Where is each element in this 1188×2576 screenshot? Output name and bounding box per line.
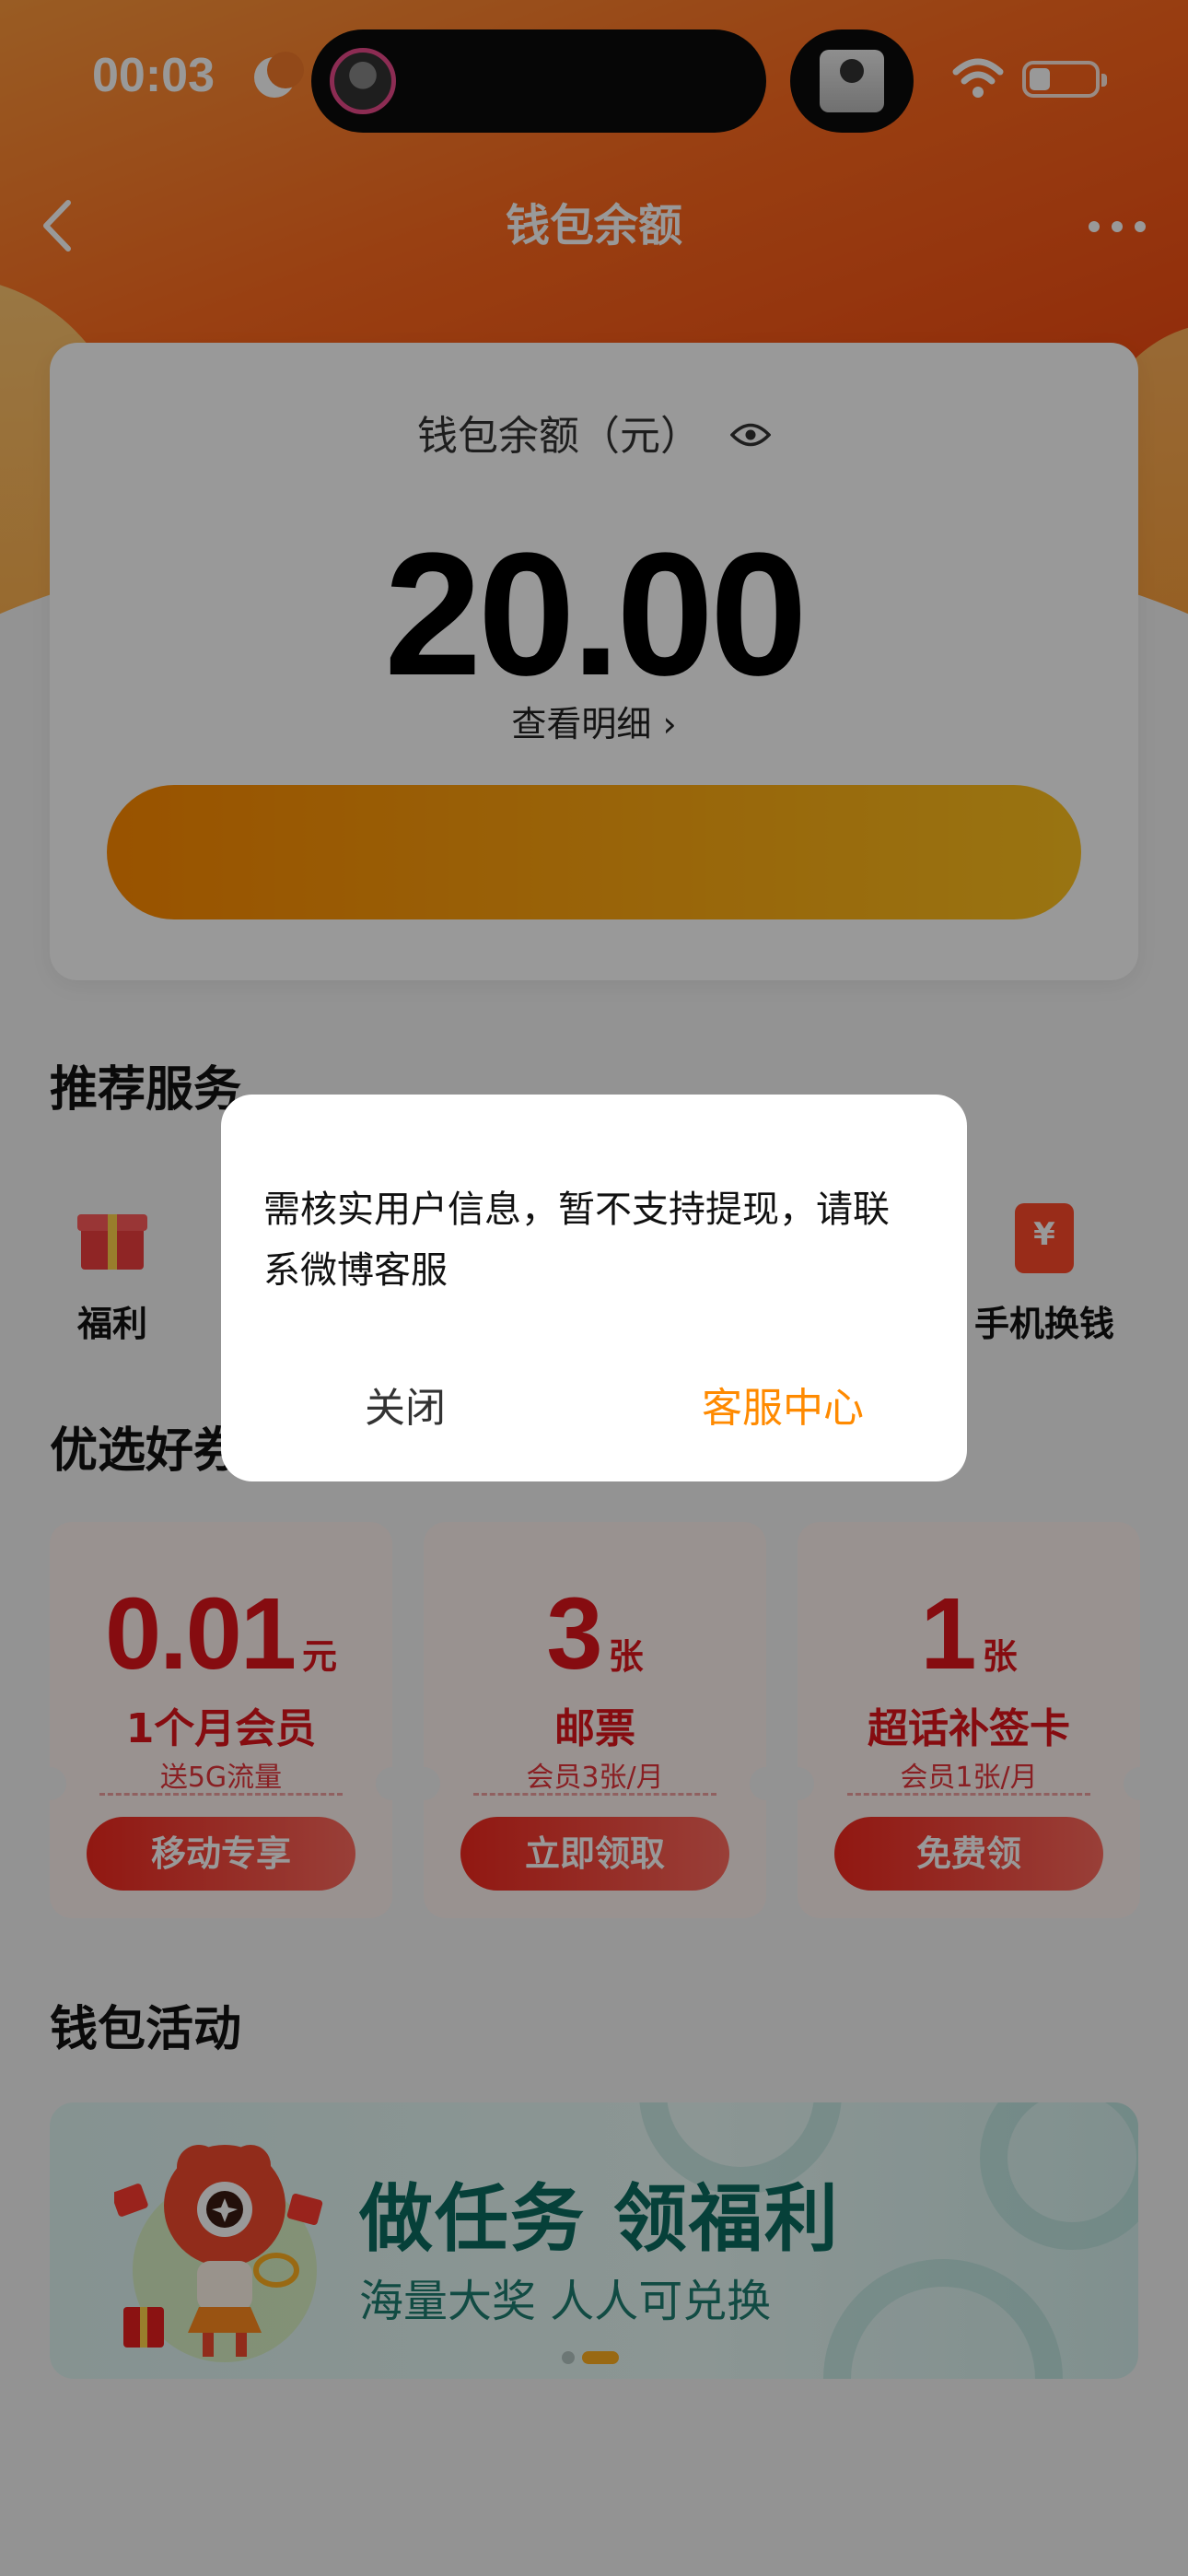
- close-button[interactable]: 关闭: [258, 1376, 553, 1441]
- customer-service-button[interactable]: 客服中心: [635, 1376, 930, 1441]
- dialog-message: 需核实用户信息，暂不支持提现，请联系微博客服: [263, 1188, 890, 1292]
- wallet-balance-screen: 00:03 钱包余额 钱包余额（元） 20.00 查看明细 › 推荐服务 福利 …: [0, 0, 1188, 2576]
- withdrawal-notice-dialog: 需核实用户信息，暂不支持提现，请联系微博客服 关闭 客服中心: [221, 1095, 967, 1481]
